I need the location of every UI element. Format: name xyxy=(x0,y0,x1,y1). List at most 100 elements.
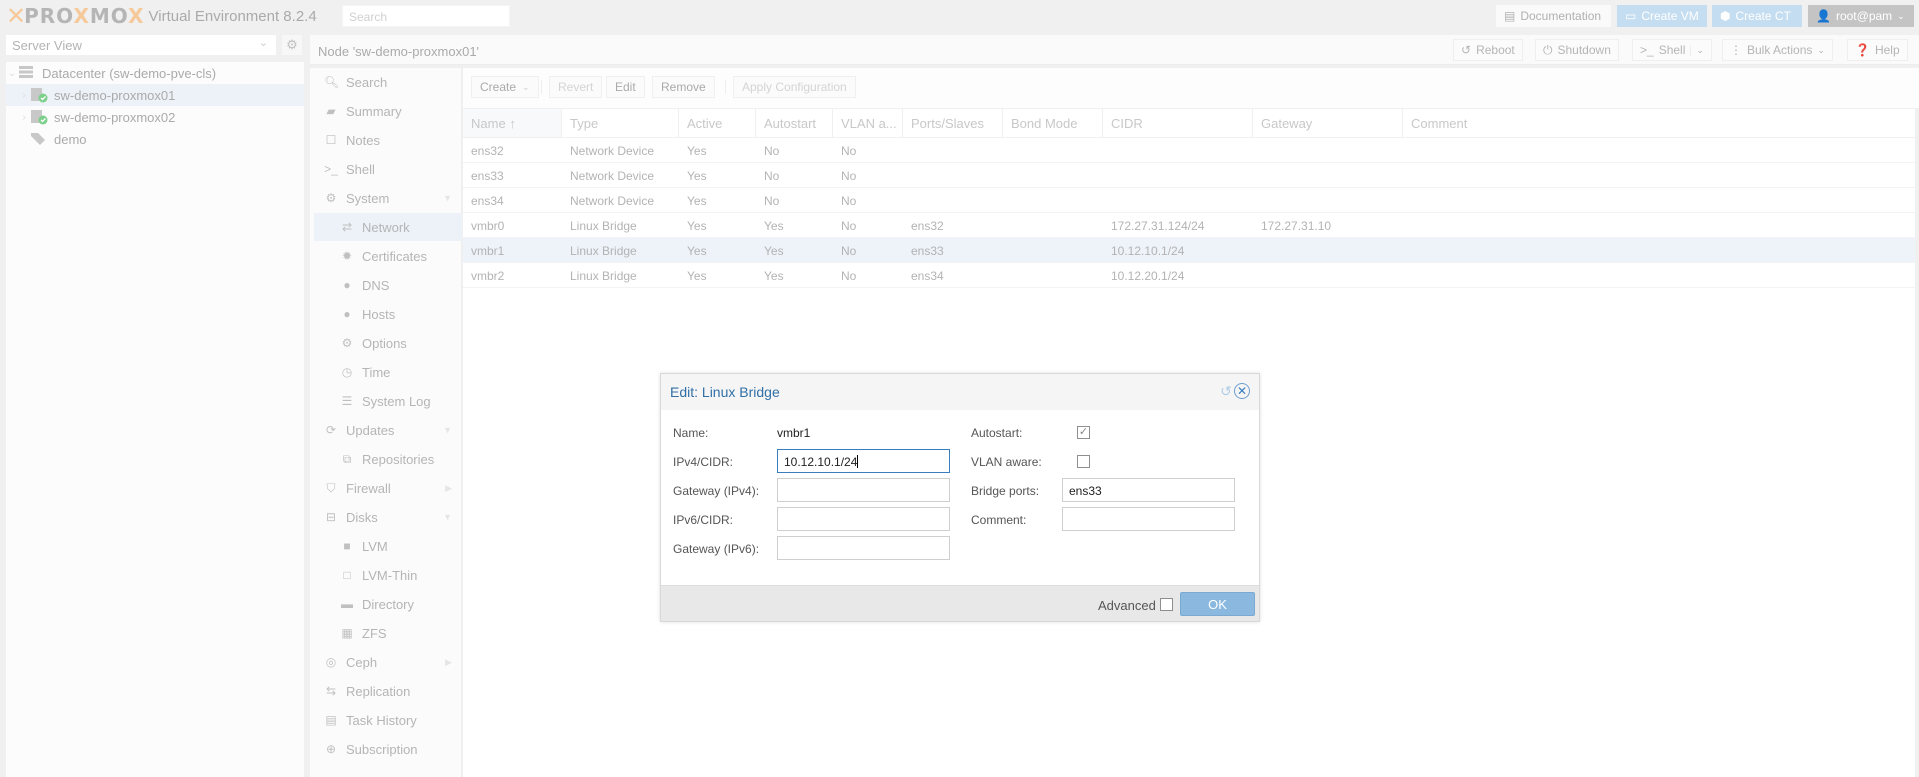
tree-item-datacenter[interactable]: ⌄ Datacenter (sw-demo-pve-cls) xyxy=(6,62,304,84)
caret-right-icon[interactable]: ▶ xyxy=(445,483,452,494)
nav-task-history[interactable]: ▤ Task History xyxy=(314,706,462,734)
nav-lvm-thin[interactable]: □ LVM-Thin xyxy=(314,561,462,589)
create-button[interactable]: Create ⌄ xyxy=(471,76,539,98)
cell-active: Yes xyxy=(687,169,707,183)
create-vm-button[interactable]: ▭ Create VM xyxy=(1617,5,1707,27)
ipv6-cidr-input[interactable] xyxy=(777,507,950,531)
nav-subscription[interactable]: ⊕ Subscription xyxy=(314,735,462,763)
apply-configuration-button[interactable]: Apply Configuration xyxy=(733,76,856,98)
chevron-down-icon[interactable]: ⌄ xyxy=(1690,44,1704,56)
ok-button[interactable]: OK xyxy=(1180,592,1255,616)
advanced-checkbox[interactable] xyxy=(1160,598,1173,611)
table-row[interactable]: ens33 Network Device Yes No No xyxy=(463,163,1915,188)
cell-comment xyxy=(1403,263,1703,287)
table-row[interactable]: vmbr0 Linux Bridge Yes Yes No ens32 172.27.31.… xyxy=(463,213,1915,238)
column-header-vlan-aware[interactable]: VLAN a... xyxy=(833,109,903,137)
nav-dns[interactable]: ● DNS xyxy=(314,271,462,299)
column-header-gateway[interactable]: Gateway xyxy=(1253,109,1403,137)
nav-notes[interactable]: ☐ Notes xyxy=(314,126,462,154)
view-settings-button[interactable]: ⚙ xyxy=(282,35,302,55)
expand-icon[interactable]: › xyxy=(18,112,30,123)
table-row[interactable]: ens34 Network Device Yes No No xyxy=(463,188,1915,213)
column-header-active[interactable]: Active xyxy=(679,109,756,137)
grid-scrollbar[interactable] xyxy=(1915,108,1919,777)
proxmox-logo[interactable]: ✕ PROXMOX Virtual Environment 8.2.4 xyxy=(6,2,317,30)
ipv4-cidr-input[interactable]: 10.12.10.1/24 xyxy=(777,449,950,473)
column-header-name[interactable]: Name ↑ xyxy=(463,109,562,137)
nav-search[interactable]: 🔍︎ Search xyxy=(314,68,462,96)
nav-hosts[interactable]: ● Hosts xyxy=(314,300,462,328)
advanced-label: Advanced xyxy=(1098,598,1156,613)
caret-down-icon[interactable]: ▼ xyxy=(443,512,452,522)
nav-label: Options xyxy=(362,335,407,351)
support-icon: ⊕ xyxy=(325,742,337,756)
grid-icon: ▦ xyxy=(341,626,353,640)
nav-lvm[interactable]: ■ LVM xyxy=(314,532,462,560)
shell-label: Shell xyxy=(1658,43,1686,57)
nav-summary[interactable]: ▰ Summary xyxy=(314,97,462,125)
nav-certificates[interactable]: ✹ Certificates xyxy=(314,242,462,270)
reboot-button[interactable]: ↺ Reboot xyxy=(1453,39,1523,61)
column-header-bond-mode[interactable]: Bond Mode xyxy=(1003,109,1103,137)
bridge-ports-input[interactable]: ens33 xyxy=(1062,478,1235,502)
nav-shell[interactable]: >_ Shell xyxy=(314,155,462,183)
nav-ceph[interactable]: ◎ Ceph ▶ xyxy=(314,648,462,676)
comment-input[interactable] xyxy=(1062,507,1235,531)
book-icon: ▤ xyxy=(1504,9,1516,23)
reset-icon[interactable]: ↺ xyxy=(1217,382,1235,400)
nav-time[interactable]: ◷ Time xyxy=(314,358,462,386)
table-row[interactable]: vmbr1 Linux Bridge Yes Yes No ens33 10.12.10.1… xyxy=(463,238,1915,263)
cell-type: Linux Bridge xyxy=(570,269,637,283)
remove-button[interactable]: Remove xyxy=(652,76,715,98)
help-button[interactable]: ❓ Help xyxy=(1847,39,1908,61)
cell-gateway xyxy=(1253,263,1403,287)
column-header-cidr[interactable]: CIDR xyxy=(1103,109,1253,137)
nav-repositories[interactable]: ⧉ Repositories xyxy=(314,445,462,473)
caret-right-icon[interactable]: ▶ xyxy=(445,657,452,668)
edit-button[interactable]: Edit xyxy=(606,76,645,98)
column-header-autostart[interactable]: Autostart xyxy=(756,109,833,137)
server-view-select[interactable]: Server View ⌄ xyxy=(6,35,276,55)
gateway-ipv4-input[interactable] xyxy=(777,478,950,502)
nav-options[interactable]: ⚙ Options xyxy=(314,329,462,357)
nav-system-log[interactable]: ☰ System Log xyxy=(314,387,462,415)
caret-down-icon[interactable]: ▼ xyxy=(443,425,452,435)
global-search-input[interactable]: Search xyxy=(342,5,510,27)
caret-down-icon[interactable]: ▼ xyxy=(443,193,452,203)
vlan-aware-checkbox[interactable] xyxy=(1077,455,1090,468)
expand-icon[interactable]: ⌄ xyxy=(6,68,18,79)
nav-disks[interactable]: ⊟ Disks ▼ xyxy=(314,503,462,531)
dialog-footer: Advanced OK xyxy=(661,585,1259,621)
name-value: vmbr1 xyxy=(777,426,811,440)
autostart-checkbox[interactable]: ✓ xyxy=(1077,426,1090,439)
bulk-actions-button[interactable]: ⋮ Bulk Actions ⌄ xyxy=(1722,39,1833,61)
nav-zfs[interactable]: ▦ ZFS xyxy=(314,619,462,647)
shutdown-button[interactable]: ⏻ Shutdown xyxy=(1535,39,1619,61)
column-header-ports-slaves[interactable]: Ports/Slaves xyxy=(903,109,1003,137)
nav-firewall[interactable]: ⛉ Firewall ▶ xyxy=(314,474,462,502)
gateway-ipv6-input[interactable] xyxy=(777,536,950,560)
tree-item-node[interactable]: › sw-demo-proxmox02 xyxy=(6,106,304,128)
shell-button[interactable]: >_ Shell ⌄ xyxy=(1632,39,1712,61)
expand-icon[interactable]: › xyxy=(18,90,30,101)
nav-directory[interactable]: ▬ Directory xyxy=(314,590,462,618)
revert-button[interactable]: Revert xyxy=(549,76,603,98)
tree-item-node[interactable]: › sw-demo-proxmox01 xyxy=(6,84,304,106)
documentation-button[interactable]: ▤ Documentation xyxy=(1496,5,1611,27)
nav-system[interactable]: ⚙ System ▼ xyxy=(314,184,462,212)
create-ct-button[interactable]: ⬢ Create CT xyxy=(1712,5,1802,27)
close-icon[interactable]: ✕ xyxy=(1234,383,1250,399)
tree-item-tag[interactable]: demo xyxy=(6,128,304,150)
nav-network[interactable]: ⇄ Network xyxy=(314,213,462,241)
user-menu-button[interactable]: 👤 root@pam ⌄ xyxy=(1808,5,1914,27)
table-row[interactable]: vmbr2 Linux Bridge Yes Yes No ens34 10.12.20.1… xyxy=(463,263,1915,288)
column-header-comment[interactable]: Comment xyxy=(1403,109,1915,137)
cell-vlan: No xyxy=(841,194,857,208)
column-header-type[interactable]: Type xyxy=(562,109,679,137)
nav-label: Summary xyxy=(346,103,402,119)
nav-updates[interactable]: ⟳ Updates ▼ xyxy=(314,416,462,444)
cell-bond xyxy=(1003,263,1103,287)
nav-label: System xyxy=(346,190,390,206)
nav-replication[interactable]: ⇆ Replication xyxy=(314,677,462,705)
table-row[interactable]: ens32 Network Device Yes No No xyxy=(463,138,1915,163)
